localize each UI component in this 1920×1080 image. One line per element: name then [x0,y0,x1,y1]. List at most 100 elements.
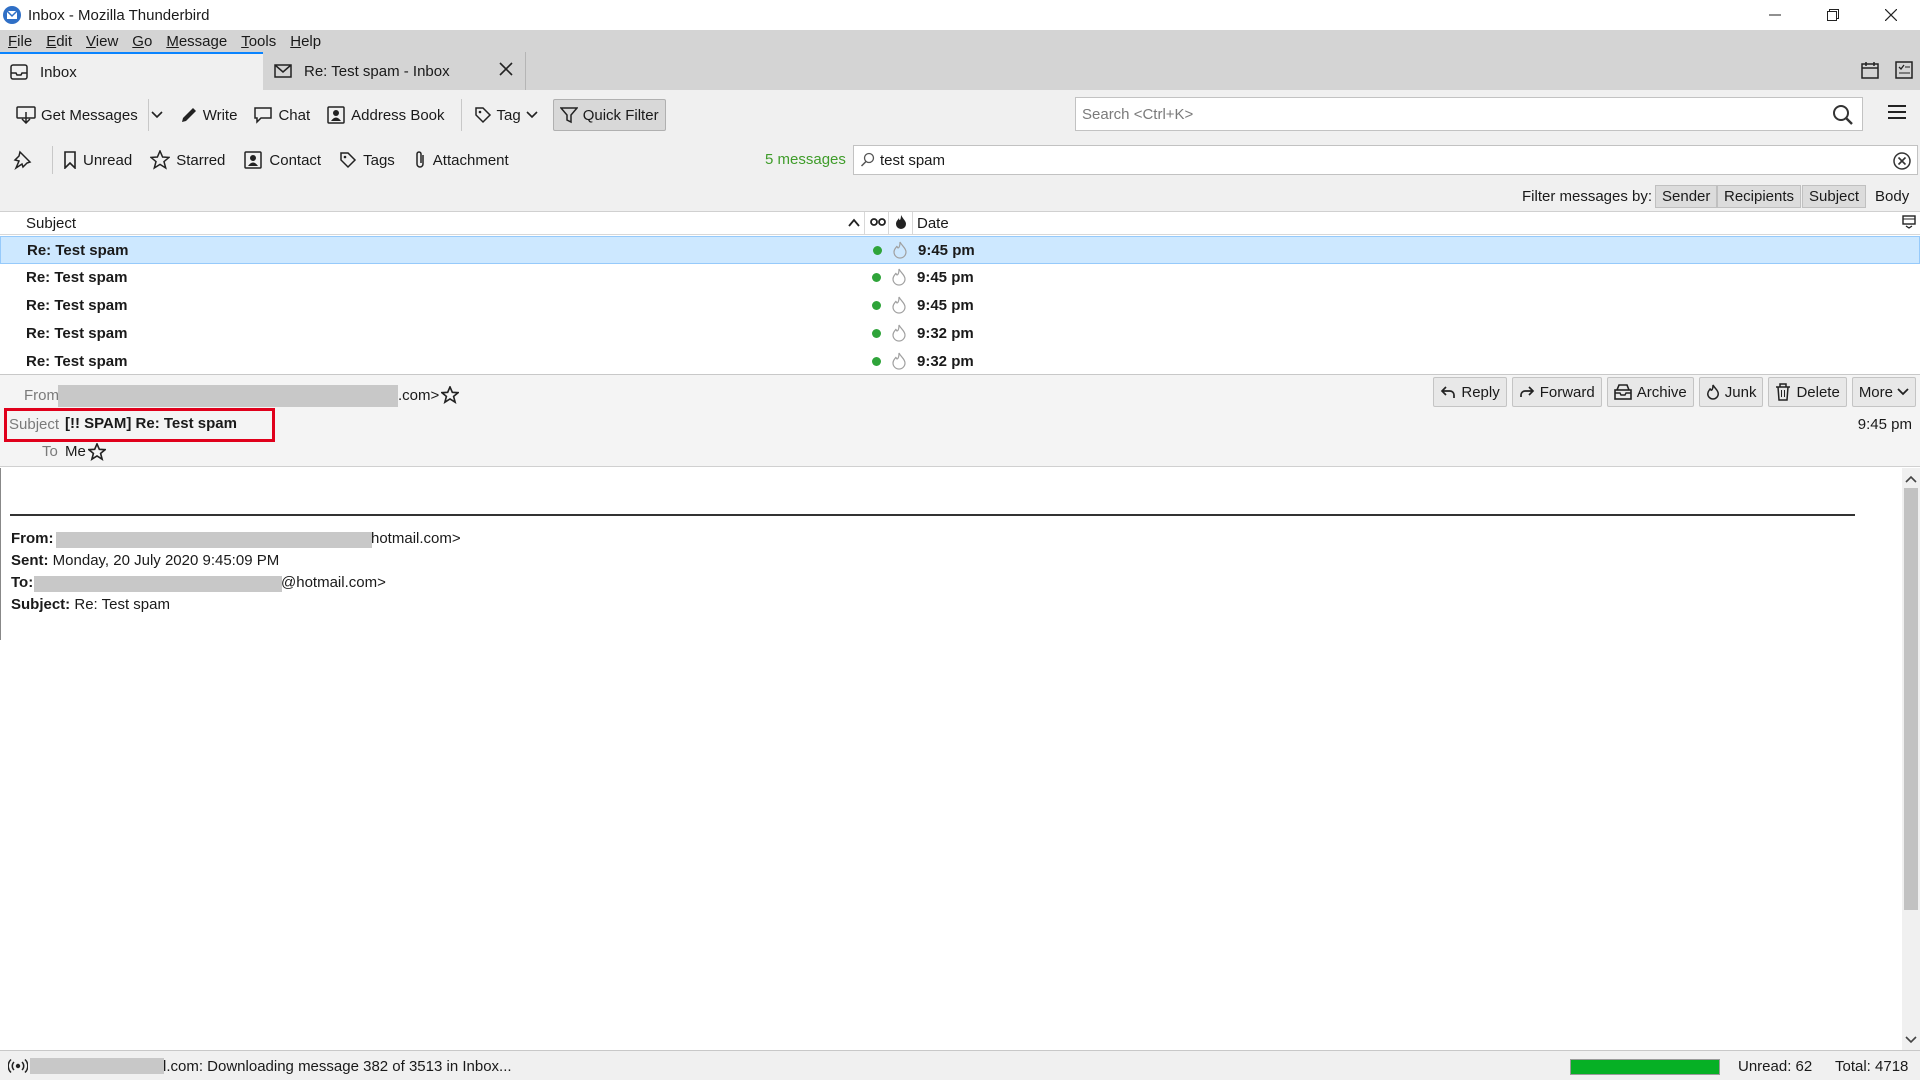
unread-dot-icon[interactable] [872,357,881,366]
junk-status-icon[interactable] [891,296,907,318]
filter-body-toggle[interactable]: Body [1868,185,1916,208]
title-bar: Inbox - Mozilla Thunderbird [0,0,1920,30]
from-address-tail[interactable]: .com> [398,387,439,404]
unread-dot-icon[interactable] [872,301,881,310]
online-status-icon[interactable] [7,1058,29,1078]
quick-filter-search-input[interactable]: test spam [853,145,1918,175]
search-icon[interactable] [1832,104,1854,130]
filter-subject-toggle[interactable]: Subject [1802,185,1867,208]
quick-filter-label: Quick Filter [582,106,659,124]
unread-dot-icon[interactable] [872,329,881,338]
to-recipient[interactable]: Me [65,443,86,460]
contact-label: Contact [269,151,322,169]
sticky-filter-icon[interactable] [12,150,38,170]
scroll-down-icon[interactable] [1905,1031,1917,1048]
tab-inbox[interactable]: Inbox [0,52,263,90]
scroll-up-icon[interactable] [1905,470,1917,487]
archive-icon [1613,384,1632,400]
unread-dot-icon[interactable] [873,246,882,255]
junk-status-icon[interactable] [892,241,908,263]
address-book-button[interactable]: Address Book [320,99,450,131]
tab-message[interactable]: Re: Test spam - Inbox [264,52,526,90]
global-search-input[interactable]: Search <Ctrl+K> [1075,97,1863,131]
attachment-label: Attachment [432,151,509,169]
forward-button[interactable]: Forward [1511,377,1602,407]
delete-button[interactable]: Delete [1768,377,1847,407]
tab-bar-tools [1860,60,1914,84]
tab-label: Re: Test spam - Inbox [304,62,450,80]
tab-bar: Inbox Re: Test spam - Inbox [0,52,1920,90]
menu-help[interactable]: Help [290,33,321,50]
body-to-tail: @hotmail.com> [281,574,386,591]
calendar-icon[interactable] [1860,60,1880,84]
starred-filter-button[interactable]: Starred [150,150,225,170]
unread-dot-icon[interactable] [872,273,881,282]
get-messages-dropdown[interactable] [147,99,170,131]
body-left-border [0,468,1,640]
write-button[interactable]: Write [174,99,244,131]
thread-column-icon[interactable] [870,214,886,234]
contact-filter-button[interactable]: Contact [243,150,321,170]
message-header: From .com> Subject [!! SPAM] Re: Test sp… [0,375,1920,467]
reply-icon [1441,386,1456,398]
menu-message[interactable]: Message [166,33,227,50]
junk-column-icon[interactable] [894,214,908,234]
unread-filter-button[interactable]: Unread [63,151,132,169]
tasks-icon[interactable] [1894,60,1914,84]
unread-label: Unread [83,151,133,169]
close-tab-icon[interactable] [499,62,513,80]
column-picker-icon[interactable] [1902,215,1916,233]
column-subject[interactable]: Subject [26,215,76,232]
tags-filter-button[interactable]: Tags [339,151,395,169]
restore-button[interactable] [1804,0,1862,30]
minimize-button[interactable] [1746,0,1804,30]
chat-button[interactable]: Chat [247,99,316,131]
menu-go[interactable]: Go [132,33,152,50]
menu-file[interactable]: File [8,33,32,50]
tag-button[interactable]: Tag [468,99,549,131]
body-to-label: To: [11,574,34,591]
chat-icon [254,107,273,124]
table-row[interactable]: Re: Test spam 9:45 pm [0,264,1920,292]
filter-sender-toggle[interactable]: Sender [1655,185,1718,208]
table-row[interactable]: Re: Test spam 9:32 pm [0,348,1920,376]
column-separator[interactable] [912,212,913,235]
quick-filter-button[interactable]: Quick Filter [552,99,666,131]
filter-recipients-toggle[interactable]: Recipients [1717,185,1802,208]
tag-icon [340,152,357,169]
column-date[interactable]: Date [917,215,949,232]
column-separator[interactable] [888,212,889,235]
junk-button[interactable]: Junk [1698,377,1764,407]
star-icon[interactable] [86,441,108,465]
filter-by-bar: Filter messages by: Sender Recipients Su… [0,180,1920,212]
junk-status-icon[interactable] [891,352,907,374]
total-count: Total: 4718 [1835,1058,1909,1075]
app-menu-icon[interactable] [1888,104,1906,124]
close-window-button[interactable] [1862,0,1920,30]
column-separator[interactable] [864,212,865,235]
menu-view[interactable]: View [86,33,118,50]
paperclip-icon [416,151,424,168]
table-row[interactable]: Re: Test spam 9:45 pm [0,292,1920,320]
message-count: 5 messages [765,151,846,168]
clear-search-icon[interactable] [1893,152,1911,174]
table-row[interactable]: Re: Test spam 9:45 pm [0,236,1920,264]
tags-label: Tags [363,151,395,169]
junk-status-icon[interactable] [891,324,907,346]
star-icon[interactable] [439,384,461,408]
menu-edit[interactable]: Edit [46,33,72,50]
sort-ascending-icon [848,215,860,232]
message-scrollbar[interactable] [1902,468,1920,1050]
reply-button[interactable]: Reply [1433,377,1507,407]
junk-status-icon[interactable] [891,268,907,290]
menu-tools[interactable]: Tools [241,33,276,50]
more-button[interactable]: More [1851,377,1916,407]
get-messages-button[interactable]: Get Messages [10,99,144,131]
table-row[interactable]: Re: Test spam 9:32 pm [0,320,1920,348]
redacted-account [30,1058,164,1074]
attachment-filter-button[interactable]: Attachment [413,150,509,170]
row-date: 9:32 pm [917,325,974,342]
archive-button[interactable]: Archive [1606,377,1694,407]
archive-label: Archive [1636,383,1687,401]
scroll-thumb[interactable] [1904,488,1918,910]
